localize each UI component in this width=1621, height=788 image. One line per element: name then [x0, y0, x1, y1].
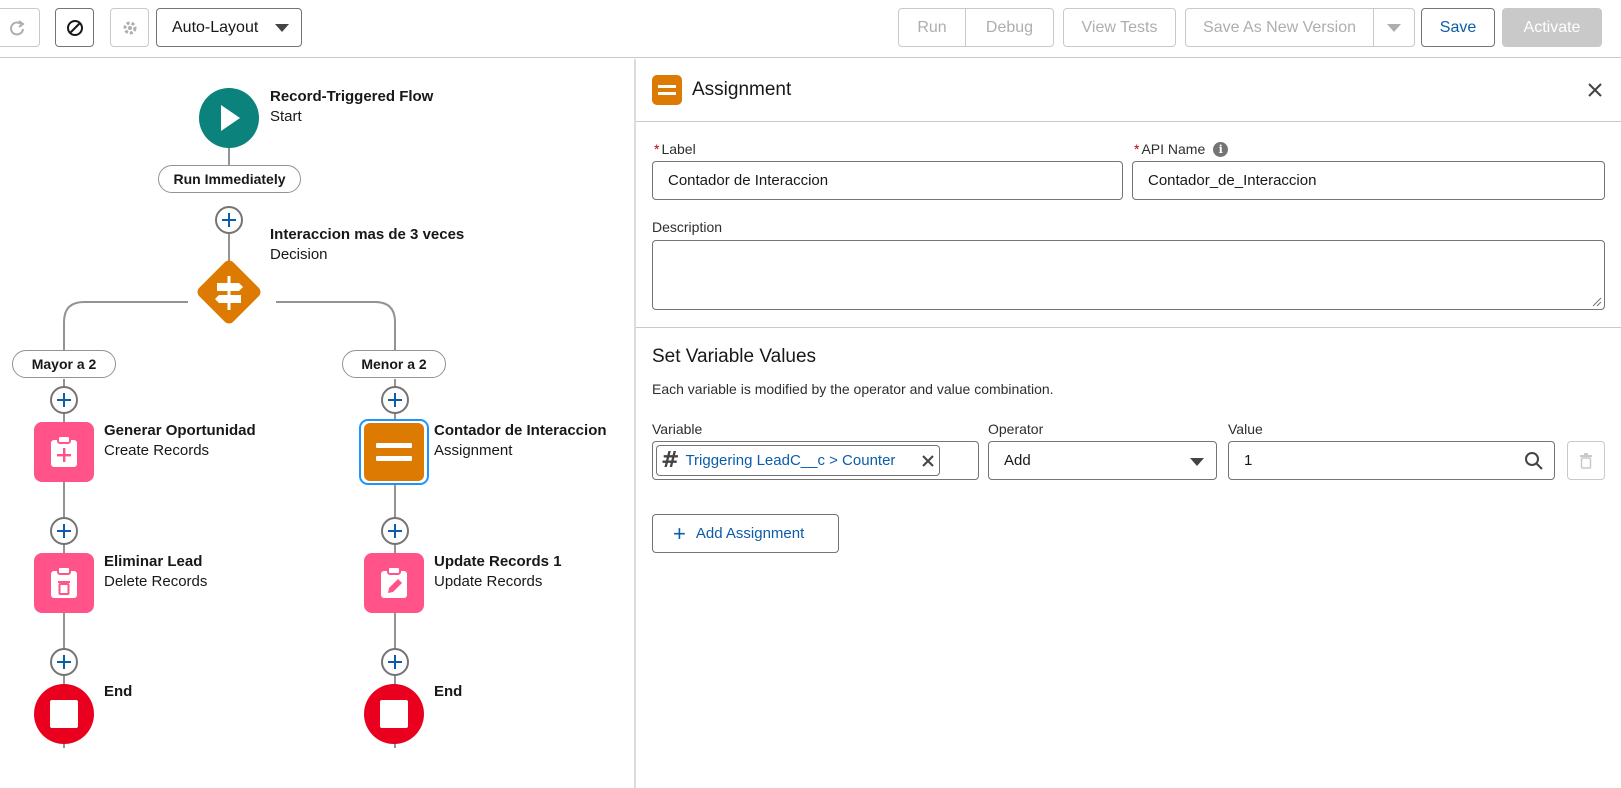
- value-column-label: Value: [1228, 421, 1263, 437]
- assignment-node-selected[interactable]: [359, 419, 429, 485]
- stop-icon: [380, 700, 408, 728]
- label-input[interactable]: Contador de Interaccion: [652, 161, 1123, 200]
- create-records-node[interactable]: [34, 422, 94, 482]
- gear-icon: [123, 21, 136, 34]
- flow-canvas[interactable]: Record-Triggered Flow Start Run Immediat…: [0, 59, 634, 788]
- section-help-text: Each variable is modified by the operato…: [652, 381, 1054, 397]
- trash-icon: [1580, 452, 1592, 469]
- update-records-node-subtitle: Update Records: [434, 573, 543, 590]
- end-node[interactable]: [34, 684, 94, 744]
- decision-icon: [197, 260, 261, 324]
- save-menu-button[interactable]: [1373, 8, 1415, 47]
- label-field-label: * Label: [654, 141, 696, 157]
- resize-handle-icon[interactable]: [1592, 297, 1602, 307]
- delete-records-node-subtitle: Delete Records: [104, 573, 208, 590]
- variable-input[interactable]: # Triggering LeadC__c > Counter: [652, 441, 979, 480]
- number-icon: #: [661, 448, 680, 473]
- start-node[interactable]: [199, 88, 259, 148]
- delete-records-icon: [51, 566, 77, 598]
- redo-icon: [10, 19, 25, 35]
- decision-node-subtitle: Decision: [270, 246, 328, 263]
- description-label: Description: [652, 219, 723, 235]
- info-icon[interactable]: i: [1213, 141, 1229, 157]
- delete-records-node[interactable]: [34, 553, 94, 613]
- value-input-text: 1: [1244, 452, 1253, 469]
- save-as-new-version-button[interactable]: Save As New Version: [1185, 8, 1374, 47]
- assignment-icon: [364, 423, 424, 481]
- end-node[interactable]: [364, 684, 424, 744]
- stop-icon: [50, 700, 78, 728]
- settings-button[interactable]: [110, 8, 149, 47]
- chevron-down-icon: [1387, 23, 1401, 32]
- description-textarea[interactable]: [652, 240, 1605, 310]
- chevron-down-icon: [1190, 458, 1204, 466]
- branch-label-menor[interactable]: Menor a 2: [342, 350, 446, 378]
- api-name-input[interactable]: Contador_de_Interaccion: [1132, 161, 1605, 200]
- required-marker: *: [1134, 141, 1140, 157]
- create-records-icon: [51, 435, 77, 467]
- variable-pill-label: Triggering LeadC__c > Counter: [685, 452, 896, 469]
- section-title: Set Variable Values: [652, 346, 817, 367]
- close-icon[interactable]: [1586, 81, 1604, 99]
- value-input[interactable]: 1: [1228, 441, 1555, 480]
- operator-select[interactable]: Add: [988, 441, 1217, 480]
- variable-pill[interactable]: # Triggering LeadC__c > Counter: [656, 445, 940, 476]
- search-icon[interactable]: [1524, 451, 1544, 471]
- panel-header: Assignment: [636, 59, 1621, 122]
- branch-label-mayor[interactable]: Mayor a 2: [12, 350, 116, 378]
- block-icon: [66, 19, 83, 36]
- create-records-node-title: Generar Oportunidad: [104, 422, 256, 439]
- add-element-button[interactable]: [50, 517, 78, 545]
- save-button[interactable]: Save: [1421, 8, 1495, 47]
- view-tests-button[interactable]: View Tests: [1063, 8, 1176, 47]
- update-records-node[interactable]: [364, 553, 424, 613]
- assignment-node-title: Contador de Interaccion: [434, 422, 607, 439]
- disable-button[interactable]: [55, 8, 94, 47]
- section-divider: [636, 327, 1621, 328]
- add-assignment-button[interactable]: + Add Assignment: [652, 514, 839, 553]
- add-element-button[interactable]: [381, 517, 409, 545]
- api-name-field-label: * API Name i: [1134, 141, 1229, 157]
- add-element-button[interactable]: [50, 648, 78, 676]
- update-records-icon: [381, 566, 407, 598]
- panel-title: Assignment: [692, 79, 792, 100]
- activate-button[interactable]: Activate: [1502, 8, 1602, 47]
- update-records-node-title: Update Records 1: [434, 553, 562, 570]
- layout-select[interactable]: Auto-Layout: [156, 8, 302, 47]
- add-element-button[interactable]: [50, 386, 78, 414]
- run-immediately-pill[interactable]: Run Immediately: [158, 165, 301, 193]
- required-marker: *: [654, 141, 660, 157]
- add-element-button[interactable]: [381, 648, 409, 676]
- operator-column-label: Operator: [988, 421, 1044, 437]
- add-element-button[interactable]: [215, 206, 243, 234]
- debug-button[interactable]: Debug: [965, 8, 1054, 47]
- decision-node[interactable]: [197, 260, 261, 324]
- toolbar: Auto-Layout Run Debug View Tests Save As…: [0, 0, 1621, 58]
- assignment-icon: [652, 75, 682, 105]
- assignment-node-subtitle: Assignment: [434, 442, 513, 459]
- variable-column-label: Variable: [652, 421, 703, 437]
- decision-node-title: Interaccion mas de 3 veces: [270, 226, 465, 243]
- operator-select-value: Add: [1004, 452, 1031, 469]
- add-assignment-label: Add Assignment: [695, 525, 805, 542]
- end-node-title: End: [104, 683, 133, 700]
- start-node-subtitle: Start: [270, 108, 302, 125]
- layout-select-value: Auto-Layout: [172, 18, 259, 36]
- redo-button[interactable]: [0, 8, 40, 47]
- add-icon: +: [673, 520, 686, 546]
- end-node-title: End: [434, 683, 463, 700]
- remove-icon[interactable]: [921, 454, 935, 468]
- run-button[interactable]: Run: [898, 8, 966, 47]
- delete-row-button[interactable]: [1567, 441, 1605, 480]
- properties-panel: Assignment * Label Contador de Interaccio…: [636, 59, 1621, 788]
- start-node-title: Record-Triggered Flow: [270, 88, 434, 105]
- add-element-button[interactable]: [381, 386, 409, 414]
- chevron-down-icon: [275, 24, 289, 32]
- play-icon: [221, 105, 240, 131]
- create-records-node-subtitle: Create Records: [104, 442, 210, 459]
- delete-records-node-title: Eliminar Lead: [104, 553, 203, 570]
